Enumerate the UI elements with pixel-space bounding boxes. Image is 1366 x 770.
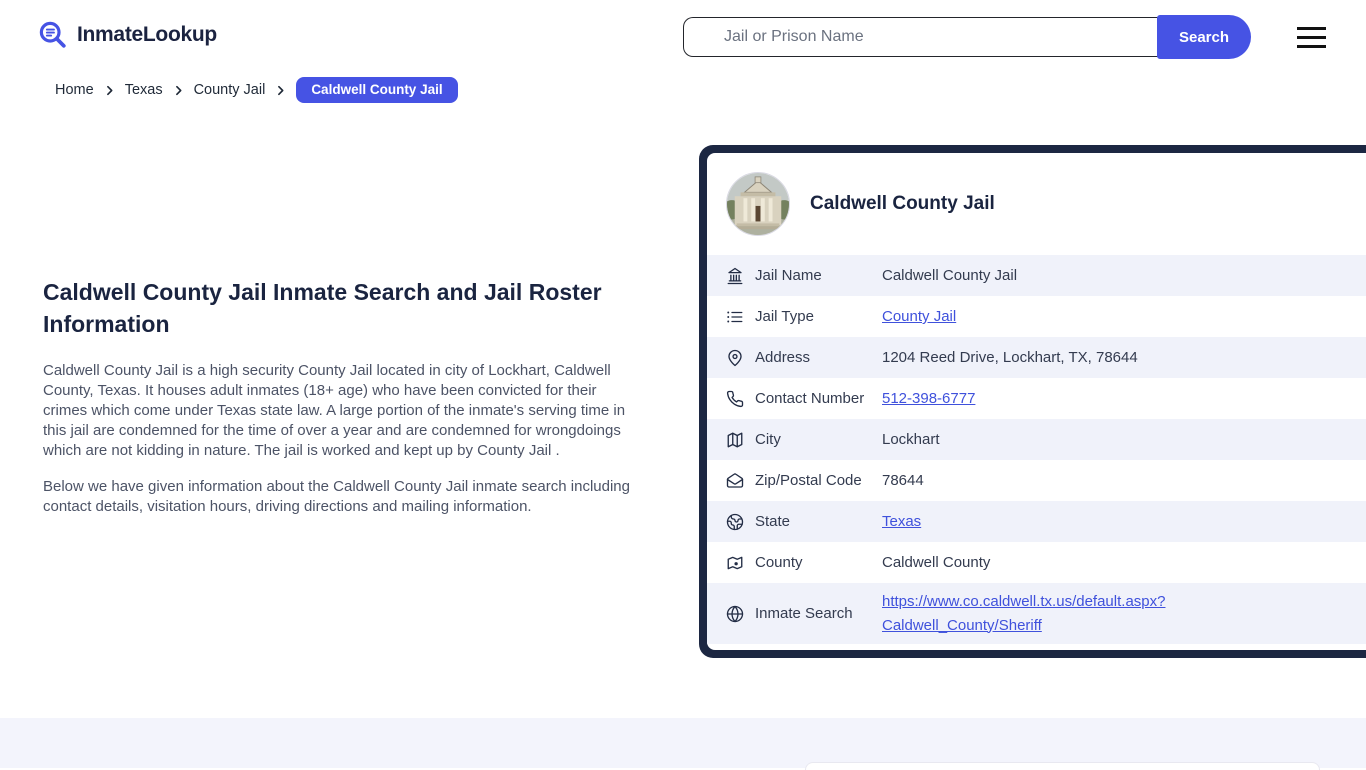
- jail-type-link[interactable]: County Jail: [882, 308, 956, 325]
- row-label: Address: [755, 349, 811, 366]
- contact-number-row: Contact Number 512-398-6777: [707, 378, 1366, 419]
- map-marker-icon: [726, 554, 744, 572]
- row-label: County: [755, 554, 803, 571]
- state-row: State Texas: [707, 501, 1366, 542]
- inmate-search-link[interactable]: https://www.co.caldwell.tx.us/default.as…: [882, 593, 1165, 634]
- chevron-right-icon: [274, 84, 287, 97]
- search-button[interactable]: Search: [1157, 15, 1251, 59]
- row-value: 1204 Reed Drive, Lockhart, TX, 78644: [882, 349, 1138, 366]
- inmate-search-row: Inmate Search https://www.co.caldwell.tx…: [707, 583, 1366, 644]
- row-label: Inmate Search: [755, 605, 853, 622]
- breadcrumb-current-badge: Caldwell County Jail: [296, 77, 458, 103]
- map-icon: [726, 431, 744, 449]
- jail-card-header: Caldwell County Jail: [707, 153, 1366, 255]
- row-label: Contact Number: [755, 390, 865, 407]
- chevron-right-icon: [172, 84, 185, 97]
- row-value: Caldwell County Jail: [882, 267, 1018, 284]
- jail-photo: [726, 172, 790, 236]
- city-row: City Lockhart: [707, 419, 1366, 460]
- state-link[interactable]: Texas: [882, 513, 921, 530]
- list-icon: [726, 308, 744, 326]
- map-pin-icon: [726, 349, 744, 367]
- globe-icon: [726, 513, 744, 531]
- jail-name-row: Jail Name Caldwell County Jail: [707, 255, 1366, 296]
- row-label: City: [755, 431, 781, 448]
- jail-search-bar: Search: [683, 15, 1251, 59]
- article-paragraph: Caldwell County Jail is a high security …: [43, 362, 626, 459]
- jail-card-title: Caldwell County Jail: [810, 193, 995, 214]
- brand-logo[interactable]: InmateLookup: [38, 20, 217, 50]
- article: Caldwell County Jail Inmate Search and J…: [43, 276, 639, 517]
- row-value: Caldwell County: [882, 554, 991, 571]
- chevron-right-icon: [103, 84, 116, 97]
- landmark-icon: [726, 267, 744, 285]
- phone-icon: [726, 390, 744, 408]
- search-input[interactable]: [683, 17, 1163, 57]
- county-row: County Caldwell County: [707, 542, 1366, 583]
- brand-name: InmateLookup: [77, 23, 217, 46]
- row-value: Lockhart: [882, 431, 940, 448]
- row-value: 78644: [882, 472, 924, 489]
- breadcrumb-county-jail[interactable]: County Jail: [194, 82, 266, 98]
- zip-code-row: Zip/Postal Code 78644: [707, 460, 1366, 501]
- row-label: Zip/Postal Code: [755, 472, 862, 489]
- menu-icon[interactable]: [1297, 27, 1326, 48]
- article-paragraph: Below we have given information about th…: [43, 478, 630, 515]
- page-title: Caldwell County Jail Inmate Search and J…: [43, 279, 602, 337]
- breadcrumb-texas[interactable]: Texas: [125, 82, 163, 98]
- breadcrumb-home[interactable]: Home: [55, 82, 94, 98]
- magnifier-logo-icon: [38, 20, 68, 50]
- address-row: Address 1204 Reed Drive, Lockhart, TX, 7…: [707, 337, 1366, 378]
- breadcrumb: Home Texas County Jail Caldwell County J…: [55, 77, 458, 103]
- footer-strip: [0, 718, 1366, 768]
- row-label: Jail Type: [755, 308, 814, 325]
- jail-info-card: Caldwell County Jail Jail Name Caldwell …: [699, 145, 1366, 658]
- jail-type-row: Jail Type County Jail: [707, 296, 1366, 337]
- next-card-peek: [805, 762, 1320, 770]
- row-label: Jail Name: [755, 267, 822, 284]
- website-icon: [726, 605, 744, 623]
- contact-number-link[interactable]: 512-398-6777: [882, 390, 975, 407]
- envelope-icon: [726, 472, 744, 490]
- row-label: State: [755, 513, 791, 530]
